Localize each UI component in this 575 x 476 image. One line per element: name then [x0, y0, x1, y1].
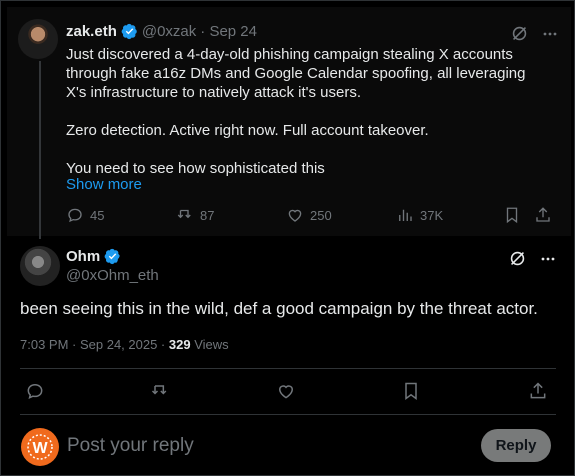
repost-count: 87	[200, 207, 215, 223]
views-action[interactable]: 37K	[396, 206, 443, 224]
views-label: Views	[190, 337, 229, 352]
parent-tweet-header: zak.eth @0xzak · Sep 24	[66, 23, 257, 40]
view-count: 37K	[420, 207, 444, 223]
repost-icon[interactable]	[150, 381, 170, 401]
svg-text:W: W	[32, 440, 48, 457]
more-icon[interactable]	[540, 251, 556, 267]
user-avatar[interactable]: W	[21, 428, 59, 466]
reply-tweet-header: Ohm	[66, 248, 121, 265]
verified-badge-icon	[104, 248, 120, 265]
like-count: 250	[310, 207, 332, 223]
display-name[interactable]: Ohm	[66, 248, 100, 265]
share-icon	[536, 207, 550, 222]
tweet-meta: 7:03 PM · Sep 24, 2025 · 329 Views	[20, 337, 229, 352]
tweet-thread-view: zak.eth @0xzak · Sep 24 Just discovered …	[0, 0, 575, 476]
avatar[interactable]	[18, 19, 58, 59]
tweet-paragraph: Just discovered a 4-day-old phishing cam…	[66, 46, 526, 101]
show-more-link[interactable]: Show more	[66, 176, 142, 193]
post-timestamp[interactable]: 7:03 PM · Sep 24, 2025 ·	[20, 337, 169, 352]
handle[interactable]: @0xOhm_eth	[66, 267, 159, 284]
heart-icon	[288, 209, 302, 222]
reply-handle-row: @0xOhm_eth	[66, 267, 159, 284]
like-action[interactable]: 250	[286, 206, 332, 224]
bookmark-action[interactable]	[504, 206, 520, 224]
reply-button[interactable]: Reply	[481, 429, 551, 462]
reply-tweet-action-bar	[20, 381, 556, 403]
display-name[interactable]: zak.eth	[66, 23, 117, 40]
bookmark-icon[interactable]	[402, 381, 420, 401]
views-icon	[399, 209, 412, 221]
more-icon[interactable]	[542, 26, 558, 42]
repost-action[interactable]: 87	[176, 206, 214, 224]
reply-count: 45	[90, 207, 105, 223]
tweet-paragraph: Zero detection. Active right now. Full a…	[66, 122, 429, 139]
parent-tweet-text: Just discovered a 4-day-old phishing cam…	[66, 45, 536, 178]
divider	[20, 414, 556, 415]
reply-icon[interactable]	[25, 381, 45, 401]
divider	[20, 368, 556, 369]
repost-icon	[177, 209, 191, 219]
handle[interactable]: @0xzak	[142, 23, 196, 40]
verified-badge-icon	[121, 23, 137, 40]
reply-action[interactable]: 45	[66, 206, 104, 224]
bookmark-icon	[506, 207, 518, 224]
reply-tweet-text: been seeing this in the wild, def a good…	[20, 299, 538, 318]
avatar[interactable]	[20, 246, 60, 286]
views-count: 329	[168, 337, 191, 352]
grok-icon[interactable]	[511, 25, 528, 42]
user-logo-icon: W	[27, 434, 53, 460]
share-icon[interactable]	[528, 381, 548, 401]
reply-composer-input[interactable]: Post your reply	[67, 435, 194, 457]
grok-icon[interactable]	[509, 250, 526, 267]
share-action[interactable]	[534, 206, 552, 224]
reply-tweet-top-actions	[509, 250, 556, 267]
heart-icon[interactable]	[276, 381, 296, 401]
timestamp[interactable]: · Sep 24	[200, 23, 257, 40]
parent-tweet-action-bar: 45 87 250 37K	[66, 206, 556, 226]
parent-tweet-top-actions	[511, 25, 558, 42]
thread-connector-line	[39, 61, 41, 239]
reply-icon	[68, 208, 82, 223]
